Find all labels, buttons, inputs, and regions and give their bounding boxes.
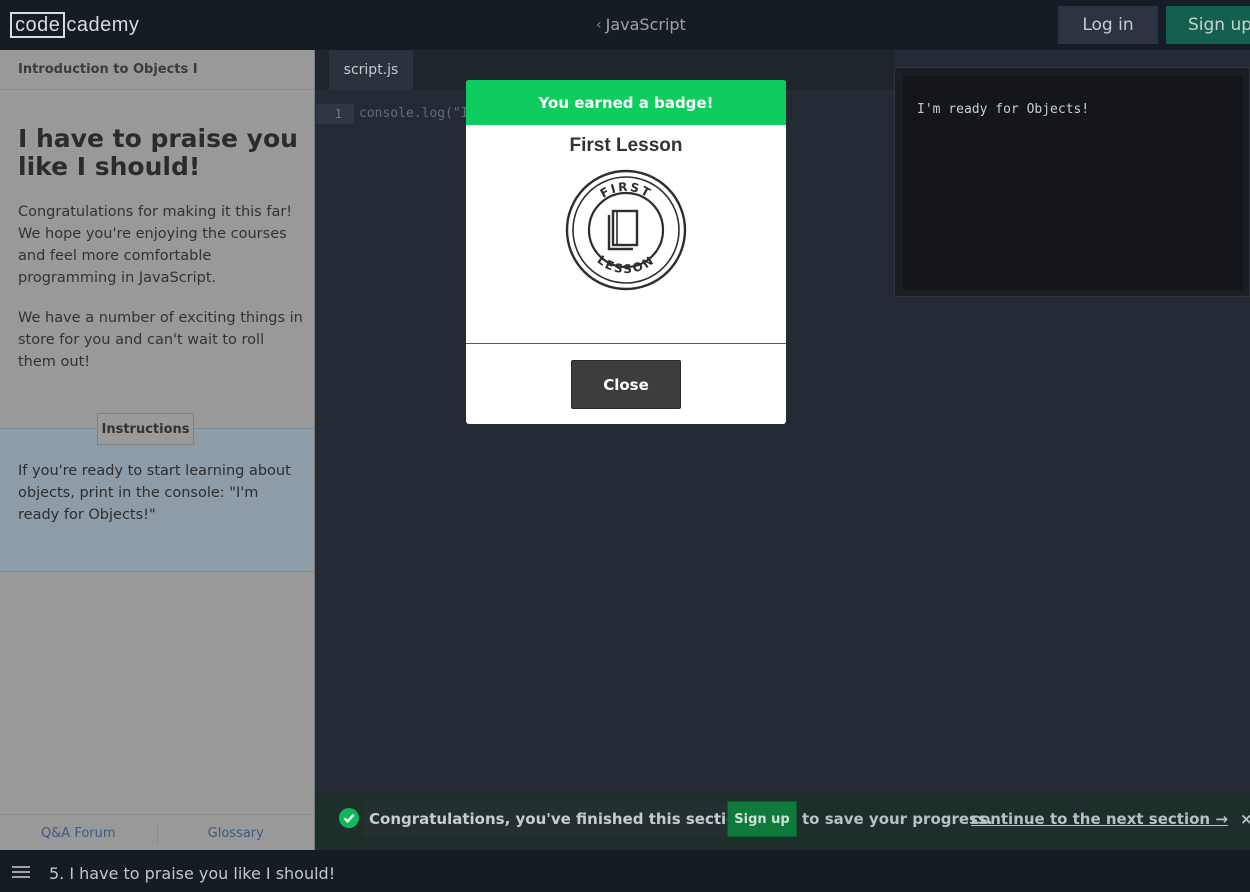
save-progress-text: to save your progress. [802, 810, 993, 828]
lesson-paragraph: Congratulations for making it this far! … [18, 204, 293, 286]
modal-header: You earned a badge! [466, 80, 786, 125]
check-circle-icon [339, 808, 359, 828]
signup-button[interactable]: Sign up [1166, 6, 1250, 44]
instructions-tab[interactable]: Instructions [97, 413, 194, 445]
lesson-title: I have to praise you like I should! [18, 124, 298, 181]
console-panel: I'm ready for Objects! [894, 67, 1250, 297]
menu-icon[interactable] [12, 866, 30, 878]
next-section-link[interactable]: continue to the next section → [971, 810, 1228, 828]
badge-name: First Lesson [569, 135, 683, 156]
line-number: 1 [316, 104, 354, 124]
close-button[interactable]: Close [571, 360, 681, 409]
badge-modal: You earned a badge! First Lesson FIRST L… [466, 80, 786, 424]
congratulations-message: Congratulations, you've finished this se… [363, 801, 760, 837]
login-button[interactable]: Log in [1058, 6, 1158, 44]
code-line[interactable]: console.log("I [359, 104, 469, 124]
modal-divider [466, 343, 786, 344]
console-output-area: I'm ready for Objects! [903, 76, 1243, 290]
lesson-panel: Introduction to Objects I I have to prai… [0, 50, 315, 850]
course-back-link[interactable]: ‹ JavaScript [596, 15, 686, 34]
exercise-title: 5. I have to praise you like I should! [49, 864, 336, 883]
qa-forum-link[interactable]: Q&A Forum [0, 826, 157, 841]
congrats-signup-button[interactable]: Sign up [727, 801, 797, 837]
lesson-paragraph: We have a number of exciting things in s… [18, 310, 303, 370]
codecademy-logo[interactable]: code cademy [10, 12, 139, 38]
logo-cademy-text: cademy [66, 13, 140, 36]
unit-title: Introduction to Objects I [0, 50, 314, 90]
glossary-link[interactable]: Glossary [158, 826, 315, 841]
logo-code-text: code [10, 12, 66, 38]
close-icon[interactable]: × [1240, 810, 1250, 828]
course-name: JavaScript [605, 15, 686, 34]
chevron-left-icon: ‹ [596, 16, 602, 33]
lesson-footer: Q&A Forum Glossary [0, 814, 314, 851]
instructions-text: If you're ready to start learning about … [18, 463, 291, 523]
console-output: I'm ready for Objects! [917, 102, 1090, 117]
first-lesson-badge-icon: FIRST LESSON [565, 169, 687, 291]
badge-bottom-text: LESSON [595, 253, 658, 277]
tab-script-js[interactable]: script.js [329, 50, 413, 90]
badge-top-text: FIRST [598, 180, 654, 201]
